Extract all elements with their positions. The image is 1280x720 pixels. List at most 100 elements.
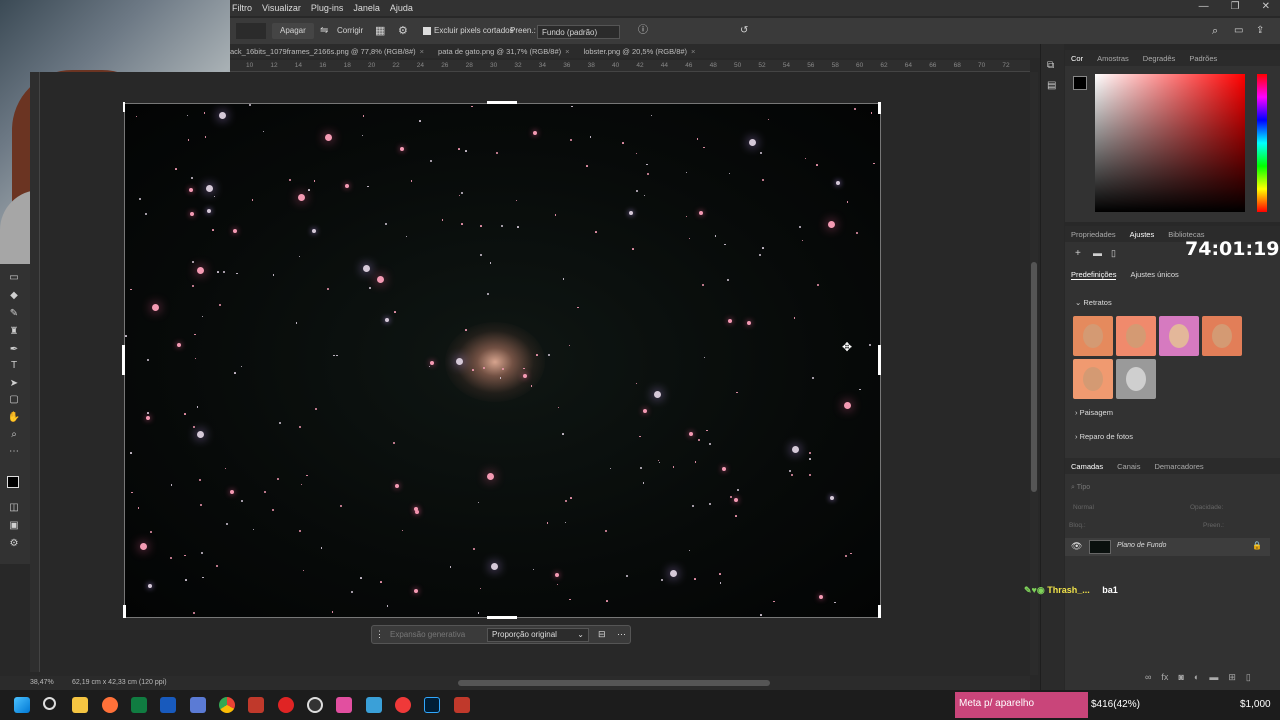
file-explorer-icon[interactable]: [72, 697, 88, 713]
minimize-icon[interactable]: —: [1199, 1, 1209, 12]
add-adjustment-icon[interactable]: +: [1075, 248, 1081, 259]
folder-icon[interactable]: ▬: [1093, 248, 1102, 258]
obs-icon[interactable]: [307, 697, 323, 713]
subtab-single-adjustments[interactable]: Ajustes únicos: [1130, 270, 1178, 280]
path-select-icon[interactable]: ➤: [7, 378, 21, 390]
chrome-icon[interactable]: [219, 697, 235, 713]
text-tool-icon[interactable]: T: [7, 360, 21, 372]
section-landscape[interactable]: › Paisagem: [1075, 408, 1113, 417]
firefox-icon[interactable]: [102, 697, 118, 713]
grid-overlay-icon[interactable]: ▦: [375, 23, 385, 39]
zoom-level[interactable]: 38,47%: [30, 679, 54, 686]
image-canvas[interactable]: [124, 103, 881, 618]
preset-thumbnail[interactable]: [1073, 359, 1113, 399]
clear-button[interactable]: Apagar: [272, 23, 314, 39]
screen-mode-icon[interactable]: ▣: [7, 520, 21, 532]
group-icon[interactable]: ▬: [1209, 672, 1218, 683]
tab-document-1[interactable]: ack_16bits_1079frames_2166s.png @ 77,8% …: [230, 47, 424, 56]
app-icon[interactable]: [190, 697, 206, 713]
windows-start-icon[interactable]: [14, 697, 30, 713]
crop-handle-bottom[interactable]: [487, 616, 517, 619]
ratio-select[interactable]: Proporção original ⌄: [487, 628, 589, 642]
horizontal-scrollbar[interactable]: [458, 680, 770, 686]
crop-handle-tl[interactable]: [123, 102, 125, 112]
tab-patterns[interactable]: Padrões: [1189, 54, 1217, 63]
preset-thumbnail[interactable]: [1116, 316, 1156, 356]
tab-layers[interactable]: Camadas: [1071, 462, 1103, 471]
generative-expand-button[interactable]: Expansão generativa: [390, 630, 465, 639]
vertical-scroll-thumb[interactable]: [1031, 262, 1037, 492]
rectangle-tool-icon[interactable]: ▢: [7, 394, 21, 406]
stamp-tool-icon[interactable]: ♜: [7, 326, 21, 338]
hand-tool-icon[interactable]: ✋: [7, 412, 21, 424]
game-icon[interactable]: [454, 697, 470, 713]
close-tab-icon[interactable]: ×: [420, 47, 424, 56]
section-portraits[interactable]: ⌄ Retratos: [1075, 298, 1112, 307]
options-input-blank[interactable]: [236, 23, 266, 39]
mask-icon[interactable]: ◙: [1178, 672, 1183, 683]
menu-window[interactable]: Janela: [353, 3, 380, 13]
trash-icon[interactable]: ▯: [1111, 248, 1116, 259]
close-icon[interactable]: ✕: [1262, 1, 1270, 12]
vivaldi-icon[interactable]: [395, 697, 411, 713]
crop-handle-bl[interactable]: [123, 605, 126, 618]
document-info[interactable]: 62,19 cm x 42,33 cm (120 ppi): [72, 679, 167, 686]
pen-tool-icon[interactable]: ✒: [7, 344, 21, 356]
settings-gear-icon[interactable]: ⚙: [398, 23, 408, 39]
photoshop-icon[interactable]: [424, 697, 440, 713]
tab-adjustments[interactable]: Ajustes: [1130, 230, 1155, 239]
preset-thumbnail[interactable]: [1202, 316, 1242, 356]
notes-icon[interactable]: [366, 697, 382, 713]
layer-name[interactable]: Plano de Fundo: [1117, 542, 1166, 549]
tab-document-3[interactable]: lobster.png @ 20,5% (RGB/8#) ×: [584, 47, 696, 56]
layer-row[interactable]: 👁 Plano de Fundo 🔒: [1065, 538, 1270, 556]
hue-slider[interactable]: [1257, 74, 1267, 212]
media-player-icon[interactable]: [278, 697, 294, 713]
tab-color[interactable]: Cor: [1071, 54, 1083, 63]
word-icon[interactable]: [160, 697, 176, 713]
visibility-eye-icon[interactable]: 👁: [1071, 541, 1082, 552]
close-tab-icon[interactable]: ×: [691, 47, 695, 56]
tab-swatches[interactable]: Amostras: [1097, 54, 1129, 63]
history-icon[interactable]: ⧉: [1047, 60, 1054, 71]
tab-channels[interactable]: Canais: [1117, 462, 1140, 471]
tab-paths[interactable]: Demarcadores: [1154, 462, 1203, 471]
frame-tool-icon[interactable]: ▭: [7, 272, 21, 284]
quick-mask-icon[interactable]: ◫: [7, 502, 21, 514]
crop-handle-br[interactable]: [878, 605, 881, 618]
adjustment-layer-icon[interactable]: ◐: [1194, 672, 1199, 683]
share-icon[interactable]: ⇪: [1256, 23, 1264, 39]
delete-layer-icon[interactable]: ▯: [1246, 672, 1251, 683]
crop-handle-tr[interactable]: [878, 102, 881, 114]
blend-mode-select[interactable]: Normal: [1073, 504, 1094, 511]
more-options-icon[interactable]: ⋯: [617, 629, 626, 640]
close-tab-icon[interactable]: ×: [565, 47, 569, 56]
tab-document-2[interactable]: pata de gato.png @ 31,7% (RGB/8#) ×: [438, 47, 570, 56]
crop-options-icon[interactable]: ⊟: [598, 629, 606, 640]
tab-properties[interactable]: Propriedades: [1071, 230, 1116, 239]
excel-icon[interactable]: [131, 697, 147, 713]
link-icon[interactable]: ∞: [1145, 672, 1151, 683]
menu-view[interactable]: Visualizar: [262, 3, 301, 13]
straighten-button[interactable]: Corrigir: [337, 23, 363, 39]
section-photo-repair[interactable]: › Reparo de fotos: [1075, 432, 1133, 441]
menu-plugins[interactable]: Plug-ins: [311, 3, 344, 13]
comments-icon[interactable]: ▤: [1047, 80, 1056, 91]
streaming-app-icon[interactable]: [248, 697, 264, 713]
restore-icon[interactable]: ❐: [1231, 1, 1240, 12]
fill-select[interactable]: Fundo (padrão): [537, 25, 621, 39]
straighten-icon[interactable]: ⇋: [320, 23, 328, 39]
preset-thumbnail[interactable]: [1073, 316, 1113, 356]
crop-handle-top[interactable]: [487, 101, 517, 104]
drag-handle-icon[interactable]: ⋮: [375, 629, 384, 640]
search-icon[interactable]: [43, 697, 56, 710]
new-layer-icon[interactable]: ⊞: [1228, 672, 1236, 683]
subtab-presets[interactable]: Predefinições: [1071, 270, 1117, 280]
fx-icon[interactable]: fx: [1161, 672, 1168, 683]
preset-thumbnail[interactable]: [1159, 316, 1199, 356]
search-icon[interactable]: ⌕: [1212, 23, 1218, 39]
foreground-color-icon[interactable]: [7, 476, 19, 488]
more-tools-icon[interactable]: ⋯: [7, 446, 21, 458]
zoom-tool-icon[interactable]: ⌕: [7, 429, 21, 441]
fill-tool-icon[interactable]: ◆: [7, 290, 21, 302]
